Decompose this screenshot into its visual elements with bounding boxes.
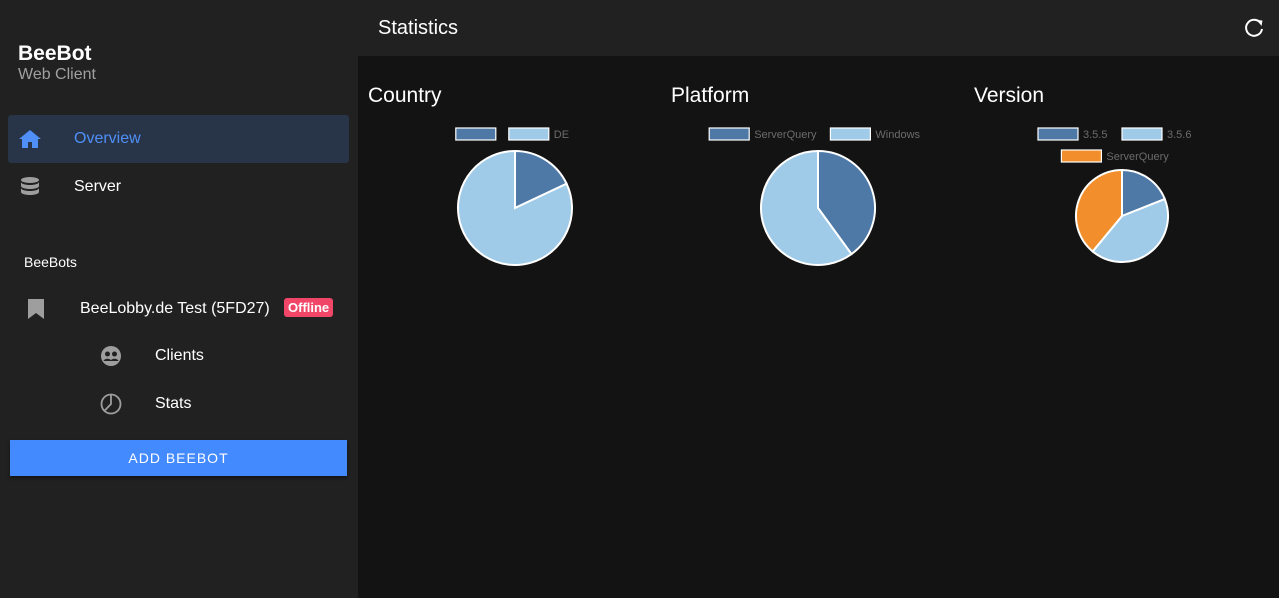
nav-item-overview[interactable]: Overview [8,115,349,163]
pie-chart-icon [100,393,122,415]
legend-label: DE [554,129,569,141]
sub-item-clients-label: Clients [155,347,204,364]
bot-item[interactable]: BeeLobby.de Test (5FD27) Offline [0,286,358,332]
legend-label: 3.5.5 [1083,129,1107,141]
legend-swatch[interactable] [1060,149,1103,163]
bot-name: BeeLobby.de Test (5FD27) [80,300,270,317]
add-beebot-button[interactable]: ADD BEEBOT [10,440,347,476]
legend-label: ServerQuery [754,129,817,141]
nav-item-overview-label: Overview [74,130,141,147]
nav-item-server-label: Server [74,178,122,195]
legend-label: ServerQuery [1106,151,1169,163]
legend-label: 3.5.6 [1167,129,1191,141]
section-label-beebots: BeeBots [24,254,77,270]
sub-item-stats[interactable]: Stats [0,381,358,427]
chart-title: Version [974,84,1045,107]
legend-swatch[interactable] [508,127,550,141]
sidebar: BeeBot Web Client Overview Server BeeBot… [0,0,358,598]
top-bar: Statistics [358,0,1279,56]
legend-swatch[interactable] [708,127,750,141]
sub-item-stats-label: Stats [155,395,192,412]
legend-swatch[interactable] [1037,127,1079,141]
database-icon [21,177,39,195]
nav-item-server[interactable]: Server [8,163,349,211]
brand: BeeBot Web Client [18,42,96,84]
page-title: Statistics [378,17,459,39]
legend-swatch[interactable] [1121,127,1163,141]
status-badge: Offline [284,298,334,317]
app-title: BeeBot [18,42,92,65]
pie-chart-version: 3.5.5 3.5.6 ServerQuery [1037,127,1191,263]
pie-chart-platform: ServerQuery Windows [708,127,921,266]
legend-swatch[interactable] [829,127,871,141]
chart-version: Version 3.5.5 3.5.6 ServerQuery [964,56,1267,296]
refresh-icon[interactable] [1243,17,1265,39]
legend-label: Windows [875,129,920,141]
legend-swatch[interactable] [455,127,497,141]
sub-item-clients[interactable]: Clients [0,333,358,379]
home-icon [19,130,41,148]
chart-title: Platform [671,84,750,107]
chart-country: Country DE [358,56,661,296]
users-icon [101,346,121,366]
chart-title: Country [368,84,442,107]
bookmark-icon [28,299,44,319]
pie-chart-country: DE [455,127,573,266]
chart-platform: Platform ServerQuery Windows [661,56,964,296]
app-subtitle: Web Client [18,66,96,83]
